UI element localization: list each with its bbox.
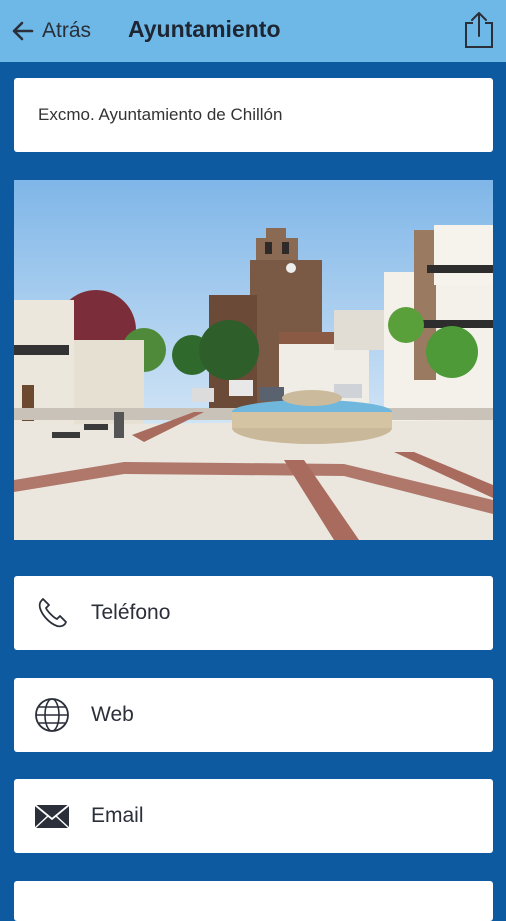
entity-name: Excmo. Ayuntamiento de Chillón [38,105,283,124]
email-label: Email [91,804,144,827]
envelope-icon [34,804,70,829]
share-icon[interactable] [461,10,497,50]
town-square-photo [14,180,493,540]
next-action-row[interactable] [14,881,493,921]
page-title: Ayuntamiento [128,16,281,42]
phone-action-row[interactable]: Teléfono [14,576,493,650]
web-action-row[interactable]: Web [14,678,493,752]
phone-icon [38,598,67,628]
entity-name-card: Excmo. Ayuntamiento de Chillón [14,78,493,152]
email-action-row[interactable]: Email [14,779,493,853]
phone-label: Teléfono [91,601,171,624]
top-app-bar: Atrás Ayuntamiento [0,0,506,62]
globe-icon [35,698,69,732]
back-button[interactable]: Atrás [10,14,91,48]
arrow-left-icon [12,21,34,41]
web-label: Web [91,703,134,726]
back-label: Atrás [42,19,92,42]
